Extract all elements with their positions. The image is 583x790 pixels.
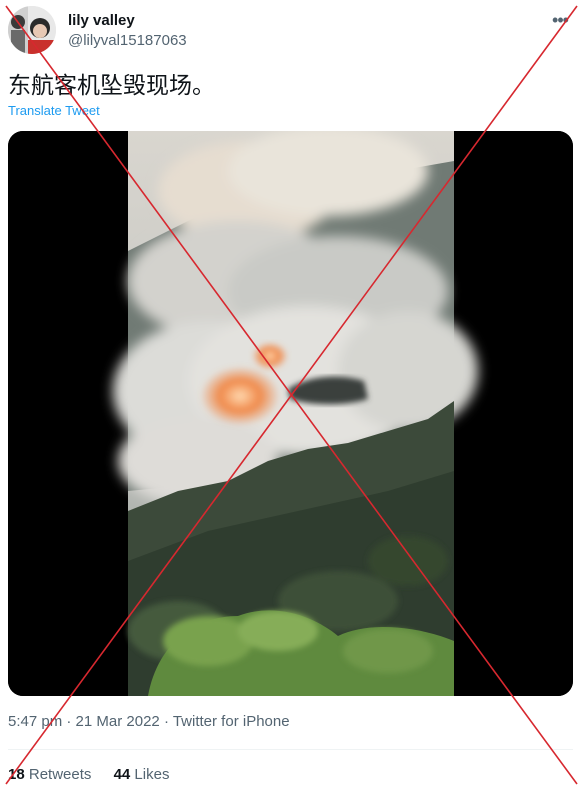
tweet-video[interactable] (8, 131, 573, 696)
meta-separator: · (159, 713, 173, 730)
tweet-text: 东航客机坠毁现场。 (8, 72, 215, 98)
tweet-stats: 18 Retweets 44 Likes (8, 766, 187, 783)
meta-separator: · (62, 713, 76, 730)
author-handle[interactable]: @lilyval15187063 (68, 32, 187, 49)
retweets-label: Retweets (28, 766, 92, 783)
retweets-stat[interactable]: 18 Retweets (8, 766, 91, 783)
likes-count: 44 (113, 766, 131, 783)
retweets-count: 18 (8, 766, 25, 783)
divider (8, 749, 573, 750)
avatar-image (8, 6, 56, 54)
more-options-icon[interactable]: ••• (548, 10, 572, 30)
tweet-date[interactable]: 21 Mar 2022 (76, 713, 160, 730)
likes-stat[interactable]: 44 Likes (114, 766, 170, 783)
tweet-meta: 5:47 pm · 21 Mar 2022 · Twitter for iPho… (8, 713, 290, 730)
translate-tweet-link[interactable]: Translate Tweet (8, 103, 100, 118)
tweet-time[interactable]: 5:47 pm (8, 713, 62, 730)
video-frame (8, 131, 573, 696)
avatar[interactable] (8, 6, 56, 54)
tweet-source[interactable]: Twitter for iPhone (173, 713, 290, 730)
author-display-name[interactable]: lily valley (68, 12, 135, 29)
likes-label: Likes (134, 766, 170, 783)
tweet-card: lily valley @lilyval15187063 ••• 东航客机坠毁现… (0, 0, 583, 790)
